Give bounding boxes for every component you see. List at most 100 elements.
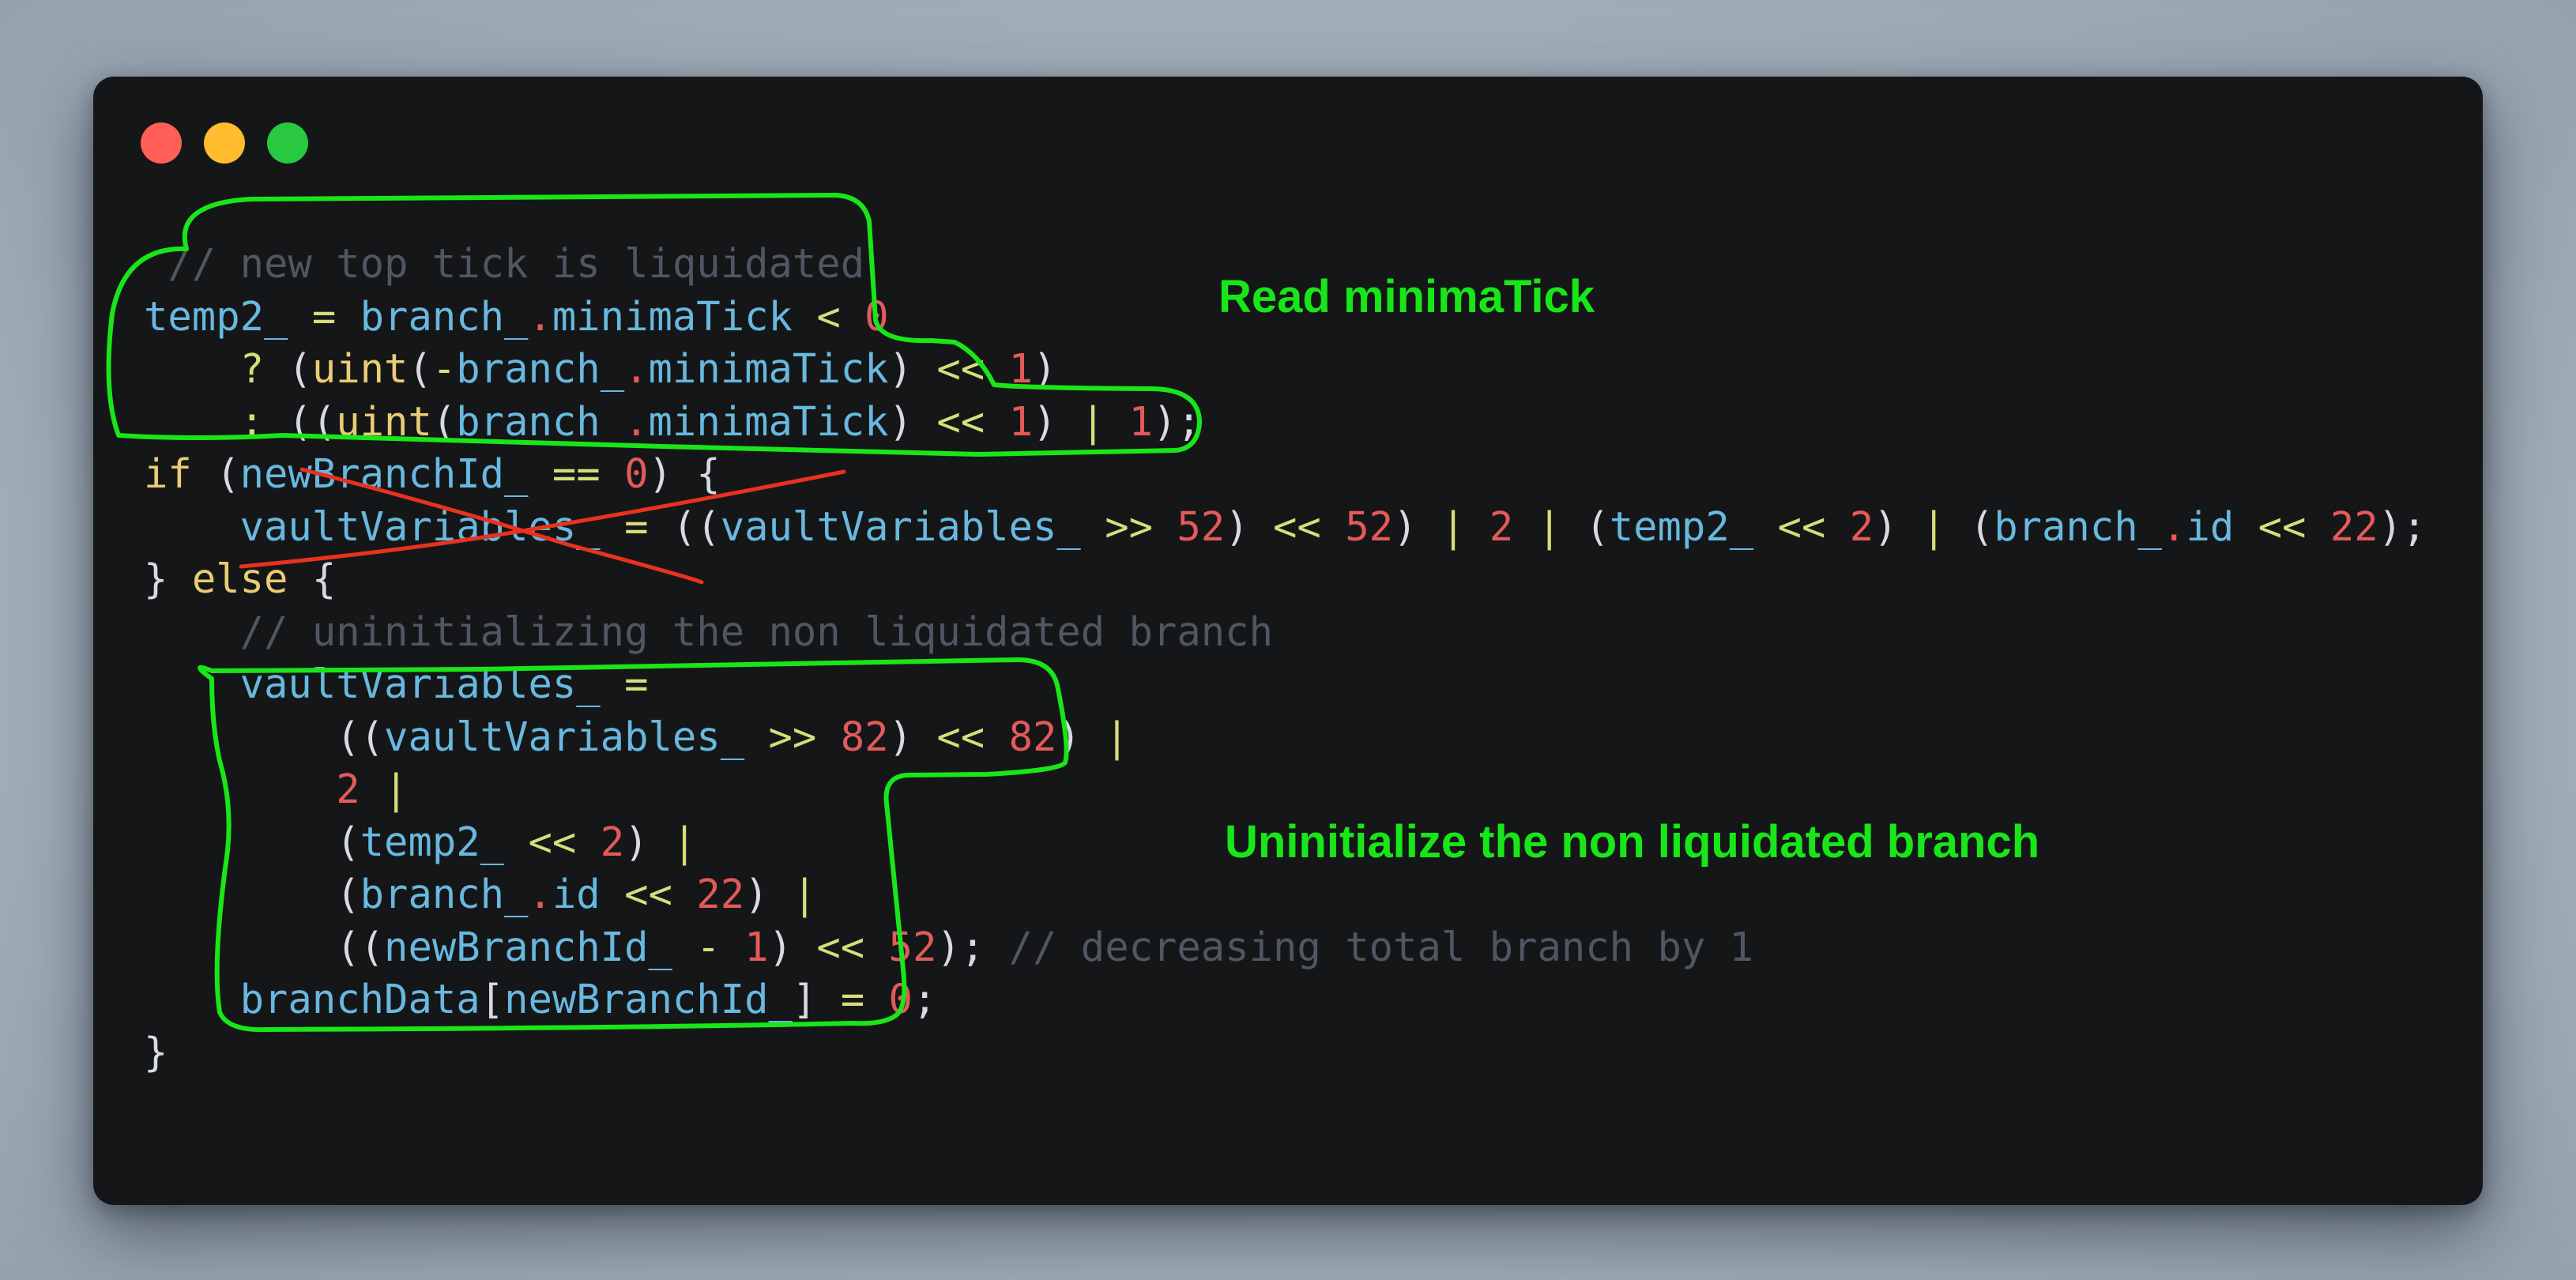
code-token: : [239, 397, 265, 445]
code-token: = [624, 503, 649, 550]
code-token: ) [1056, 713, 1105, 760]
code-token: 2 [336, 766, 360, 812]
code-token: if [144, 450, 192, 497]
code-token: 0 [864, 292, 889, 340]
code-token: ) [1874, 503, 1922, 550]
code-token: ; [912, 976, 937, 1022]
code-token: ( [144, 871, 360, 917]
code-token: } [144, 1028, 168, 1075]
code-token: ) [624, 818, 672, 865]
code-token: ) [768, 923, 817, 970]
code-token: | [1537, 503, 1561, 550]
code-token: minimaTick [648, 345, 889, 392]
code-token: << [624, 871, 672, 917]
code-token: | [792, 871, 817, 917]
code-token: else [191, 555, 288, 602]
code-line: } [144, 1026, 2427, 1079]
code-token: | [384, 766, 409, 812]
code-token: uint [336, 397, 432, 445]
code-token: vaultVariables_ [384, 713, 745, 760]
zoom-dot[interactable] [267, 122, 308, 164]
code-token: minimaTick [552, 292, 793, 340]
code-token: minimaTick [648, 397, 889, 445]
code-token: (( [648, 503, 721, 550]
code-line: 2 | [144, 763, 2427, 816]
code-token: [ [480, 976, 505, 1022]
code-token: 82 [1008, 713, 1057, 760]
code-token: ); [936, 923, 1009, 970]
code-token: branch_ [456, 345, 625, 392]
code-token: 0 [888, 976, 913, 1022]
code-window: // new top tick is liquidated temp2_ = br… [93, 77, 2483, 1205]
code-token: | [672, 818, 697, 865]
code-token: branchData [239, 976, 480, 1022]
code-token: >> [768, 713, 817, 760]
code-token: >> [1105, 503, 1153, 550]
code-token: ( [191, 450, 240, 497]
code-token: newBranchId_ [384, 923, 672, 970]
code-token: ( [1561, 503, 1610, 550]
annotation-uninitialize-branch: Uninitialize the non liquidated branch [1225, 816, 2040, 868]
code-token: << [528, 818, 577, 865]
code-token: vaultVariables_ [239, 503, 601, 550]
close-dot[interactable] [141, 122, 182, 164]
code-token: 52 [1345, 503, 1394, 550]
minimize-dot[interactable] [204, 122, 245, 164]
code-token: // new top tick is liquidated [144, 240, 865, 287]
code-token: id [552, 871, 601, 917]
code-token: | [1080, 397, 1105, 445]
code-token: = [624, 661, 649, 707]
code-line: ? (uint(-branch_.minimaTick) << 1) [144, 343, 2427, 396]
code-line: : ((uint(branch_.minimaTick) << 1) | 1); [144, 396, 2427, 449]
code-token: 1 [744, 923, 769, 970]
code-token: vaultVariables_ [239, 661, 601, 707]
code-token: ) [744, 871, 793, 917]
code-token: - [696, 923, 721, 970]
code-token: 1 [1008, 345, 1033, 392]
code-line: vaultVariables_ = ((vaultVariables_ >> 5… [144, 501, 2427, 554]
code-token: ) [888, 397, 937, 445]
code-token: 1 [1008, 397, 1033, 445]
code-line: // uninitializing the non liquidated bra… [144, 606, 2427, 659]
code-token: 82 [840, 713, 889, 760]
code-token: ( [264, 345, 312, 392]
code-line: ((vaultVariables_ >> 82) << 82) | [144, 711, 2427, 764]
code-token: == [552, 450, 601, 497]
code-token: (( [144, 713, 385, 760]
code-token: << [936, 397, 985, 445]
code-line: vaultVariables_ = [144, 658, 2427, 711]
annotation-read-minimatick: Read minimaTick [1218, 271, 1595, 322]
code-token: ) [888, 345, 937, 392]
code-token: ) { [648, 450, 721, 497]
code-line: (branch_.id << 22) | [144, 868, 2427, 921]
code-token: | [1921, 503, 1946, 550]
code-token: 52 [1177, 503, 1226, 550]
code-token: | [1105, 713, 1129, 760]
code-token: 0 [624, 450, 649, 497]
code-token: 2 [1849, 503, 1874, 550]
code-token: 2 [600, 818, 625, 865]
code-token: << [816, 923, 865, 970]
code-token: { [288, 555, 337, 602]
code-token: . [2162, 503, 2186, 550]
window-controls [141, 122, 308, 164]
